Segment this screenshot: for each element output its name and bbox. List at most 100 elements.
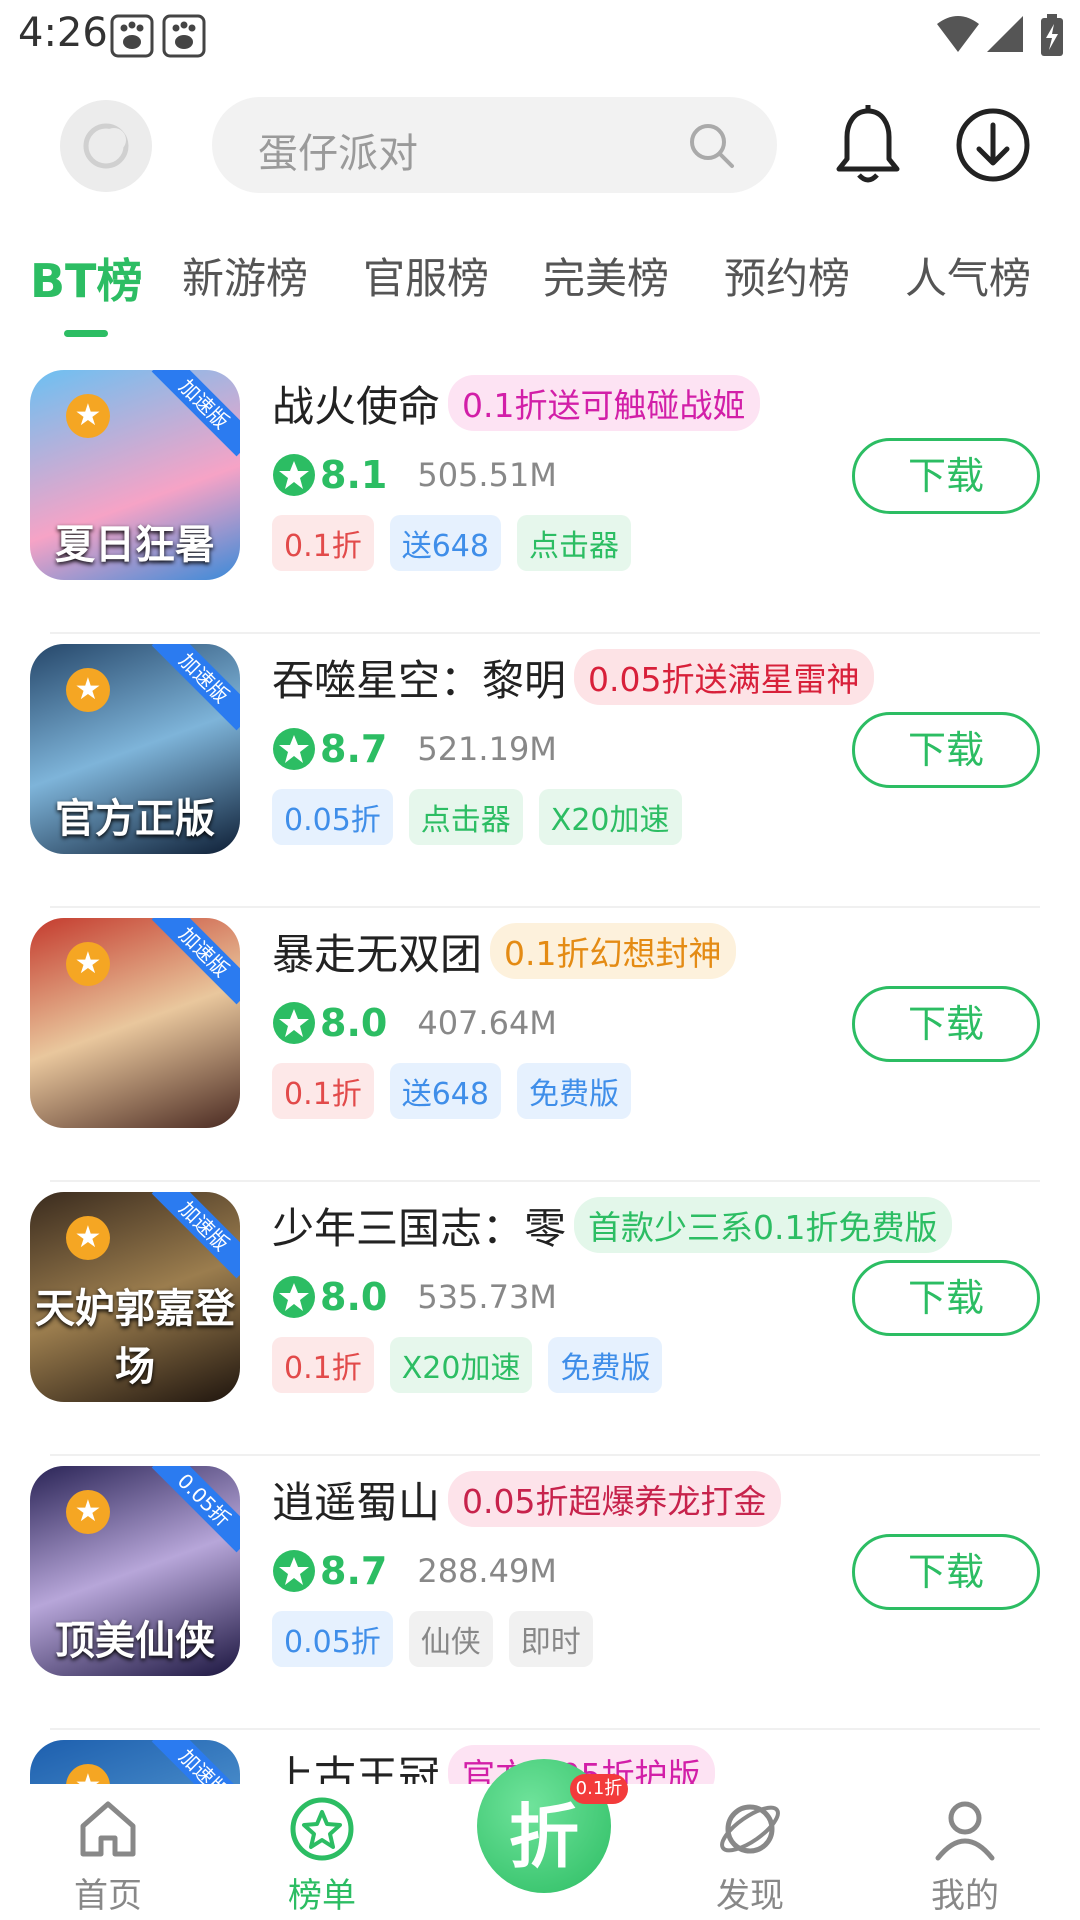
title-row: 战火使命 0.1折送可触碰战姬 bbox=[272, 375, 760, 431]
game-tag: 0.1折 bbox=[272, 515, 374, 571]
game-name[interactable]: 逍遥蜀山 bbox=[272, 1469, 440, 1530]
file-size: 505.51M bbox=[417, 456, 557, 494]
game-tag: 0.05折 bbox=[272, 1611, 393, 1667]
game-thumbnail[interactable]: 加速版 ★ 天妒郭嘉登场 bbox=[30, 1192, 240, 1402]
tab-bt[interactable]: BT榜 bbox=[30, 245, 142, 311]
file-size: 521.19M bbox=[417, 730, 557, 768]
search-placeholder: 蛋仔派对 bbox=[258, 131, 418, 177]
game-tag: 0.1折 bbox=[272, 1337, 374, 1393]
promo-badge: 0.1折送可触碰战姬 bbox=[448, 375, 760, 431]
nav-rank[interactable]: 榜单 bbox=[252, 1794, 392, 1917]
battery-icon bbox=[1040, 14, 1064, 56]
game-meta: 8.1 505.51M bbox=[272, 450, 557, 500]
tab-reservation[interactable]: 预约榜 bbox=[724, 245, 850, 306]
tag-list: 0.05折 仙侠 即时 bbox=[272, 1611, 609, 1667]
game-meta: 8.0 535.73M bbox=[272, 1272, 557, 1322]
game-thumbnail[interactable]: 加速版 ★ 官方正版 bbox=[30, 644, 240, 854]
status-bar: 4:26 bbox=[0, 0, 1080, 72]
game-tag: 仙侠 bbox=[408, 1611, 493, 1667]
tab-official[interactable]: 官服榜 bbox=[363, 245, 489, 306]
user-avatar[interactable] bbox=[60, 100, 152, 192]
game-thumbnail[interactable]: 加速版 ★ 夏日狂暑 bbox=[30, 370, 240, 580]
thumb-corner-label: 加速版 bbox=[151, 370, 240, 457]
game-meta: 8.0 407.64M bbox=[272, 998, 557, 1048]
home-icon bbox=[73, 1794, 143, 1864]
game-name[interactable]: 上古王冠 bbox=[272, 1743, 440, 1785]
tag-list: 0.1折 送648 免费版 bbox=[272, 1063, 647, 1119]
title-row: 暴走无双团 0.1折幻想封神 bbox=[272, 923, 736, 979]
promo-badge: 首款少三系0.1折免费版 bbox=[574, 1197, 952, 1253]
game-name[interactable]: 吞噬星空：黎明 bbox=[272, 647, 566, 708]
nav-mine[interactable]: 我的 bbox=[895, 1794, 1035, 1917]
game-list-item[interactable]: 加速版 ★ 暴走无双团 0.1折幻想封神 8.0 407.64M 0.1折 送64… bbox=[0, 908, 1080, 1182]
game-list-item[interactable]: 0.05折 ★ 顶美仙侠 逍遥蜀山 0.05折超爆养龙打金 8.7 288.49… bbox=[0, 1456, 1080, 1730]
game-tag: X20加速 bbox=[538, 789, 682, 845]
download-button[interactable]: 下载 bbox=[852, 1260, 1040, 1336]
baidu-paw-icon bbox=[110, 14, 154, 58]
game-tag: 送648 bbox=[389, 1063, 501, 1119]
game-thumbnail[interactable]: 加速版 ★ bbox=[30, 1740, 240, 1784]
game-name[interactable]: 暴走无双团 bbox=[272, 921, 482, 982]
thumb-caption: 夏日狂暑 bbox=[55, 522, 215, 568]
thumb-corner-label: 加速版 bbox=[151, 918, 240, 1005]
game-tag: 送648 bbox=[389, 515, 501, 571]
nav-discover[interactable]: 发现 bbox=[680, 1794, 820, 1917]
active-tab-indicator bbox=[64, 330, 108, 337]
game-list-item[interactable]: 加速版 ★ 官方正版 吞噬星空：黎明 0.05折送满星雷神 8.7 521.19… bbox=[0, 634, 1080, 908]
signal-icon bbox=[985, 14, 1025, 54]
star-rank-icon bbox=[287, 1794, 357, 1864]
nav-home-label: 首页 bbox=[74, 1876, 142, 1916]
download-button[interactable]: 下载 bbox=[852, 1534, 1040, 1610]
download-button[interactable]: 下载 bbox=[852, 438, 1040, 514]
tab-perfect[interactable]: 完美榜 bbox=[543, 245, 669, 306]
thumb-corner-label: 0.05折 bbox=[151, 1466, 240, 1553]
game-name[interactable]: 少年三国志：零 bbox=[272, 1195, 566, 1256]
favorite-star-icon: ★ bbox=[66, 394, 110, 438]
file-size: 288.49M bbox=[417, 1552, 557, 1590]
tab-new-games[interactable]: 新游榜 bbox=[182, 245, 308, 306]
rating-star-icon bbox=[273, 1276, 315, 1318]
nav-home[interactable]: 首页 bbox=[38, 1794, 178, 1917]
game-tag: X20加速 bbox=[389, 1337, 533, 1393]
nav-discover-label: 发现 bbox=[716, 1876, 784, 1916]
tab-popular[interactable]: 人气榜 bbox=[905, 245, 1031, 306]
file-size: 535.73M bbox=[417, 1278, 557, 1316]
title-row: 上古王冠 官方0.05折护版 bbox=[272, 1745, 715, 1784]
baidu-paw-icon bbox=[162, 14, 206, 58]
bell-icon[interactable] bbox=[835, 105, 901, 185]
game-meta: 8.7 288.49M bbox=[272, 1546, 557, 1596]
game-thumbnail[interactable]: 0.05折 ★ 顶美仙侠 bbox=[30, 1466, 240, 1676]
avatar-placeholder-icon bbox=[83, 123, 129, 169]
nav-rank-label: 榜单 bbox=[288, 1876, 356, 1916]
favorite-star-icon: ★ bbox=[66, 1490, 110, 1534]
game-tag: 点击器 bbox=[516, 515, 631, 571]
rating-value: 8.7 bbox=[320, 1549, 388, 1593]
rank-tabs: BT榜 新游榜 官服榜 完美榜 预约榜 人气榜 bbox=[0, 245, 1080, 345]
rating-value: 8.0 bbox=[320, 1275, 388, 1319]
game-thumbnail[interactable]: 加速版 ★ bbox=[30, 918, 240, 1128]
promo-badge: 0.1折幻想封神 bbox=[490, 923, 736, 979]
user-icon bbox=[930, 1794, 1000, 1864]
tag-list: 0.1折 送648 点击器 bbox=[272, 515, 647, 571]
wifi-icon bbox=[935, 14, 981, 54]
rating-star-icon bbox=[273, 1002, 315, 1044]
game-tag: 点击器 bbox=[408, 789, 523, 845]
title-row: 逍遥蜀山 0.05折超爆养龙打金 bbox=[272, 1471, 781, 1527]
game-list-item[interactable]: 加速版 ★ 夏日狂暑 战火使命 0.1折送可触碰战姬 8.1 505.51M 0… bbox=[0, 360, 1080, 634]
search-icon[interactable] bbox=[687, 121, 737, 171]
game-name[interactable]: 战火使命 bbox=[272, 373, 440, 434]
download-manager-icon[interactable] bbox=[955, 107, 1031, 183]
game-tag: 0.05折 bbox=[272, 789, 393, 845]
game-meta: 8.7 521.19M bbox=[272, 724, 557, 774]
rating-star-icon bbox=[273, 728, 315, 770]
status-time: 4:26 bbox=[18, 10, 108, 56]
promo-badge: 0.05折超爆养龙打金 bbox=[448, 1471, 781, 1527]
bottom-nav: 首页 榜单 折 0.1折 发现 我的 bbox=[0, 1759, 1080, 1920]
favorite-star-icon: ★ bbox=[66, 1764, 110, 1784]
search-bar[interactable]: 蛋仔派对 bbox=[212, 97, 777, 193]
promo-badge: 0.05折送满星雷神 bbox=[574, 649, 874, 705]
download-button[interactable]: 下载 bbox=[852, 712, 1040, 788]
download-button[interactable]: 下载 bbox=[852, 986, 1040, 1062]
game-tag: 0.1折 bbox=[272, 1063, 374, 1119]
game-list-item[interactable]: 加速版 ★ 天妒郭嘉登场 少年三国志：零 首款少三系0.1折免费版 8.0 53… bbox=[0, 1182, 1080, 1456]
